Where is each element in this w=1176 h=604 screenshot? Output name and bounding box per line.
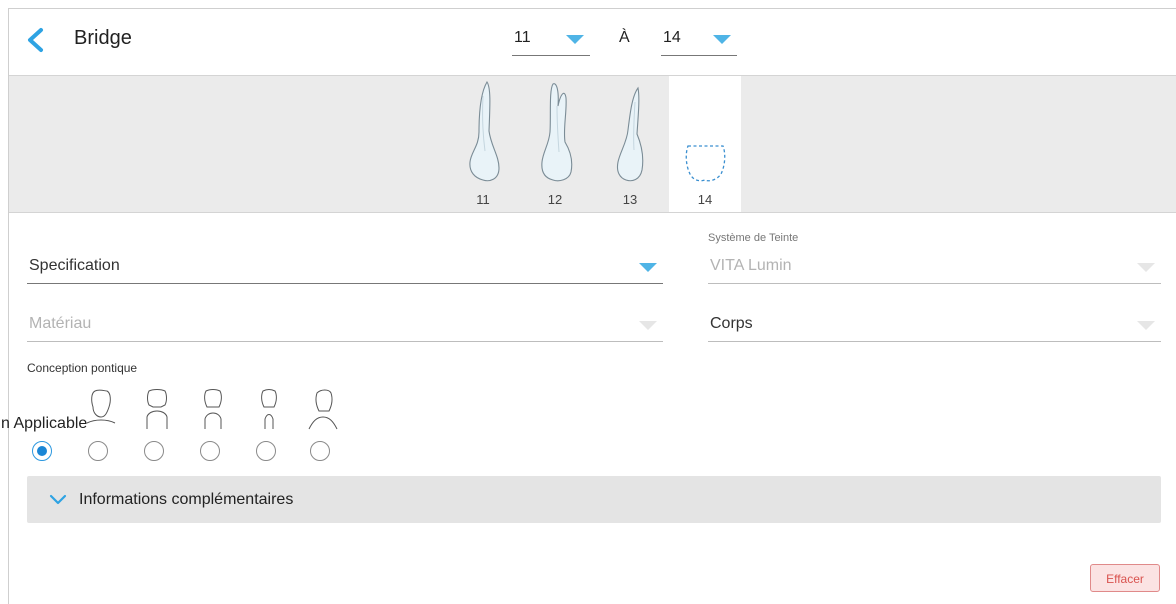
page-title: Bridge — [74, 27, 132, 49]
additional-info-label: Informations complémentaires — [79, 491, 294, 508]
tooth-12[interactable]: 12 — [519, 76, 591, 212]
back-button[interactable] — [23, 27, 47, 53]
material-label: Matériau — [29, 315, 92, 332]
pontic-option-5[interactable] — [310, 441, 330, 461]
range-from-select[interactable]: 11 — [512, 25, 590, 56]
lateral-incisor-tooth-icon — [541, 83, 573, 182]
range-from-value: 11 — [514, 29, 531, 46]
tooth-number: 11 — [476, 192, 490, 207]
pontic-design-3-icon — [204, 389, 222, 429]
not-applicable-label: n Applicable — [1, 415, 88, 432]
incisor-tooth-icon — [469, 80, 500, 182]
body-label: Corps — [710, 315, 753, 332]
pontic-design-1-icon — [86, 389, 116, 424]
range-separator: À — [619, 29, 630, 46]
pontic-option-1[interactable] — [88, 441, 108, 461]
order-panel: Bridge 11 À 14 11 12 13 14 Specification… — [1, 8, 1176, 604]
tooth-number: 12 — [547, 192, 563, 207]
specification-select[interactable]: Specification — [27, 245, 663, 284]
material-select[interactable]: Matériau — [27, 303, 663, 342]
pontic-option-3[interactable] — [200, 441, 220, 461]
pontic-design-2-icon — [146, 389, 168, 429]
shade-system-select[interactable]: VITA Lumin — [708, 245, 1161, 284]
pontic-design-5-icon — [308, 389, 338, 430]
pontic-design-label: Conception pontique — [27, 361, 138, 375]
tooth-13[interactable]: 13 — [594, 76, 666, 212]
missing-tooth-outline-icon — [685, 145, 726, 182]
tooth-strip: 11 12 13 14 — [9, 75, 1176, 213]
dropdown-arrow-icon — [1137, 321, 1155, 330]
clear-button[interactable]: Effacer — [1090, 564, 1160, 592]
dropdown-arrow-icon — [566, 35, 584, 44]
shade-system-value: VITA Lumin — [710, 257, 792, 274]
tooth-number: 14 — [697, 192, 713, 207]
tooth-number: 13 — [622, 192, 638, 207]
dropdown-arrow-icon — [713, 35, 731, 44]
tooth-14[interactable]: 14 — [669, 76, 741, 212]
range-to-value: 14 — [663, 29, 681, 46]
chevron-left-icon — [28, 28, 43, 52]
canine-tooth-icon — [616, 86, 644, 182]
dropdown-arrow-icon — [639, 263, 657, 272]
header-bar: Bridge 11 À 14 — [9, 9, 1176, 75]
specification-label: Specification — [29, 257, 120, 274]
pontic-option-4[interactable] — [256, 441, 276, 461]
pontic-design-4-icon — [261, 389, 277, 429]
tooth-11[interactable]: 11 — [447, 76, 519, 212]
shade-system-caption: Système de Teinte — [708, 232, 799, 244]
dropdown-arrow-icon — [1137, 263, 1155, 272]
additional-info-accordion[interactable]: Informations complémentaires — [27, 476, 1161, 523]
pontic-option-not-applicable[interactable] — [32, 441, 52, 461]
dropdown-arrow-icon — [639, 321, 657, 330]
chevron-down-icon — [49, 494, 67, 505]
body-select[interactable]: Corps — [708, 303, 1161, 342]
range-to-select[interactable]: 14 — [661, 25, 737, 56]
pontic-option-2[interactable] — [144, 441, 164, 461]
